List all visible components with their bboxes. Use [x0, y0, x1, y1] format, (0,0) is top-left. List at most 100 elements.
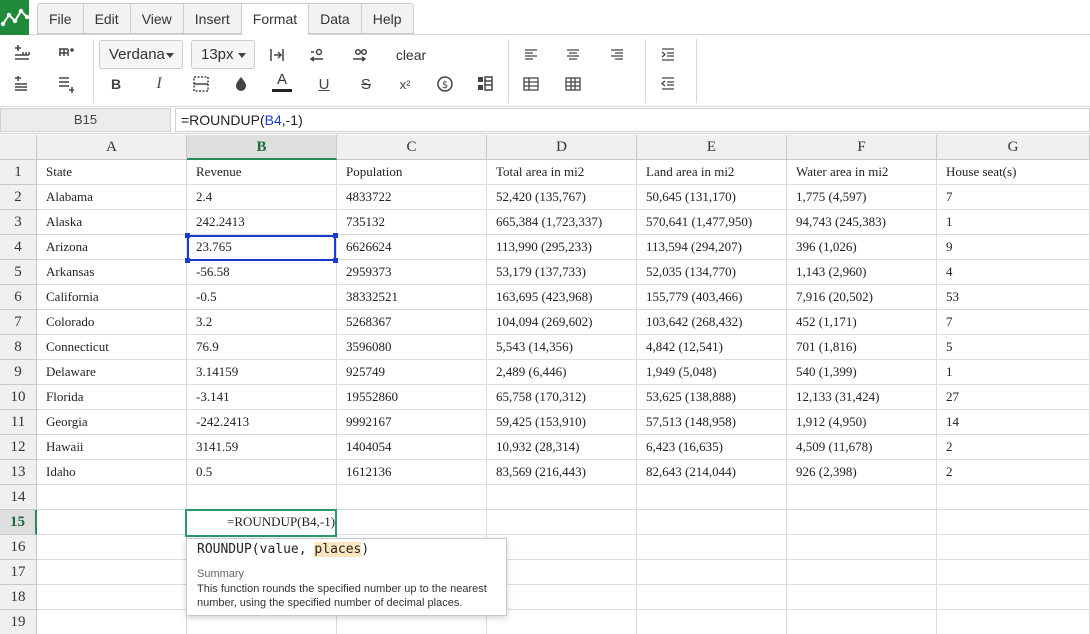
cell-c13[interactable]: 1612136 — [337, 460, 487, 485]
row-header-16[interactable]: 16 — [0, 535, 37, 560]
cell-b12[interactable]: 3141.59 — [187, 435, 337, 460]
cell-d18[interactable] — [487, 585, 637, 610]
cell-e19[interactable] — [637, 610, 787, 634]
cell-g9[interactable]: 1 — [937, 360, 1090, 385]
cell-b4[interactable]: 23.765 — [187, 235, 337, 260]
menu-view[interactable]: View — [129, 3, 183, 34]
row-header-3[interactable]: 3 — [0, 210, 37, 235]
cell-e11[interactable]: 57,513 (148,958) — [637, 410, 787, 435]
cell-e5[interactable]: 52,035 (134,770) — [637, 260, 787, 285]
cell-e8[interactable]: 4,842 (12,541) — [637, 335, 787, 360]
cell-g1[interactable]: House seat(s) — [937, 160, 1090, 185]
app-logo-icon[interactable] — [0, 0, 30, 35]
cell-c15[interactable] — [337, 510, 487, 535]
formula-input[interactable]: =ROUNDUP(B4,-1) — [175, 108, 1090, 132]
cell-g18[interactable] — [937, 585, 1090, 610]
cell-e7[interactable]: 103,642 (268,432) — [637, 310, 787, 335]
cell-f9[interactable]: 540 (1,399) — [787, 360, 937, 385]
cell-f8[interactable]: 701 (1,816) — [787, 335, 937, 360]
row-header-4[interactable]: 4 — [0, 235, 37, 260]
cell-b6[interactable]: -0.5 — [187, 285, 337, 310]
row-header-6[interactable]: 6 — [0, 285, 37, 310]
cell-f18[interactable] — [787, 585, 937, 610]
menu-insert[interactable]: Insert — [182, 3, 241, 34]
cell-f1[interactable]: Water area in mi2 — [787, 160, 937, 185]
cell-g10[interactable]: 27 — [937, 385, 1090, 410]
cell-c7[interactable]: 5268367 — [337, 310, 487, 335]
row-header-1[interactable]: 1 — [0, 160, 37, 185]
cell-b8[interactable]: 76.9 — [187, 335, 337, 360]
font-family-select[interactable]: Verdana — [99, 40, 183, 69]
cell-d2[interactable]: 52,420 (135,767) — [487, 185, 637, 210]
cell-d15[interactable] — [487, 510, 637, 535]
select-all-corner[interactable] — [0, 135, 37, 160]
bold-icon[interactable]: B — [104, 73, 128, 95]
cell-g19[interactable] — [937, 610, 1090, 634]
row-header-18[interactable]: 18 — [0, 585, 37, 610]
cell-d3[interactable]: 665,384 (1,723,337) — [487, 210, 637, 235]
cell-c6[interactable]: 38332521 — [337, 285, 487, 310]
cell-a1[interactable]: State — [37, 160, 187, 185]
clear-format-button[interactable]: clear — [391, 44, 431, 66]
cell-g13[interactable]: 2 — [937, 460, 1090, 485]
cell-e10[interactable]: 53,625 (138,888) — [637, 385, 787, 410]
cell-g14[interactable] — [937, 485, 1090, 510]
cell-b14[interactable] — [187, 485, 337, 510]
cell-d8[interactable]: 5,543 (14,356) — [487, 335, 637, 360]
cell-g3[interactable]: 1 — [937, 210, 1090, 235]
cell-g16[interactable] — [937, 535, 1090, 560]
cell-editor-b15[interactable]: =ROUNDUP(B4,-1) — [185, 509, 337, 537]
cell-g11[interactable]: 14 — [937, 410, 1090, 435]
cell-c12[interactable]: 1404054 — [337, 435, 487, 460]
cell-f11[interactable]: 1,912 (4,950) — [787, 410, 937, 435]
menu-data[interactable]: Data — [308, 3, 361, 34]
text-direction-icon[interactable] — [265, 44, 289, 66]
cell-f2[interactable]: 1,775 (4,597) — [787, 185, 937, 210]
column-header-e[interactable]: E — [637, 135, 787, 160]
cell-e13[interactable]: 82,643 (214,044) — [637, 460, 787, 485]
cell-e15[interactable] — [637, 510, 787, 535]
cell-a14[interactable] — [37, 485, 187, 510]
column-header-f[interactable]: F — [787, 135, 937, 160]
cell-c5[interactable]: 2959373 — [337, 260, 487, 285]
cell-f12[interactable]: 4,509 (11,678) — [787, 435, 937, 460]
borders-icon[interactable] — [189, 73, 213, 95]
cell-b2[interactable]: 2.4 — [187, 185, 337, 210]
cell-d14[interactable] — [487, 485, 637, 510]
cell-d17[interactable] — [487, 560, 637, 585]
cell-g4[interactable]: 9 — [937, 235, 1090, 260]
cell-f15[interactable] — [787, 510, 937, 535]
cell-a13[interactable]: Idaho — [37, 460, 187, 485]
cell-g8[interactable]: 5 — [937, 335, 1090, 360]
underline-icon[interactable]: U — [312, 73, 336, 95]
cell-d16[interactable] — [487, 535, 637, 560]
cell-c11[interactable]: 9992167 — [337, 410, 487, 435]
cell-e1[interactable]: Land area in mi2 — [637, 160, 787, 185]
cell-g7[interactable]: 7 — [937, 310, 1090, 335]
cell-b1[interactable]: Revenue — [187, 160, 337, 185]
row-header-13[interactable]: 13 — [0, 460, 37, 485]
cell-f6[interactable]: 7,916 (20,502) — [787, 285, 937, 310]
cell-b7[interactable]: 3.2 — [187, 310, 337, 335]
column-header-a[interactable]: A — [37, 135, 187, 160]
increase-decimal-icon[interactable] — [347, 44, 371, 66]
row-header-8[interactable]: 8 — [0, 335, 37, 360]
row-header-15[interactable]: 15 — [0, 510, 37, 535]
cell-e16[interactable] — [637, 535, 787, 560]
cell-e17[interactable] — [637, 560, 787, 585]
cell-e6[interactable]: 155,779 (403,466) — [637, 285, 787, 310]
fill-color-icon[interactable] — [229, 73, 253, 95]
cell-b13[interactable]: 0.5 — [187, 460, 337, 485]
row-header-7[interactable]: 7 — [0, 310, 37, 335]
row-header-2[interactable]: 2 — [0, 185, 37, 210]
cell-f4[interactable]: 396 (1,026) — [787, 235, 937, 260]
cell-e9[interactable]: 1,949 (5,048) — [637, 360, 787, 385]
insert-column-left-icon[interactable] — [10, 73, 34, 95]
cell-a19[interactable] — [37, 610, 187, 634]
row-header-10[interactable]: 10 — [0, 385, 37, 410]
cell-d4[interactable]: 113,990 (295,233) — [487, 235, 637, 260]
cell-b11[interactable]: -242.2413 — [187, 410, 337, 435]
cell-a5[interactable]: Arkansas — [37, 260, 187, 285]
column-header-g[interactable]: G — [937, 135, 1090, 160]
column-header-c[interactable]: C — [337, 135, 487, 160]
